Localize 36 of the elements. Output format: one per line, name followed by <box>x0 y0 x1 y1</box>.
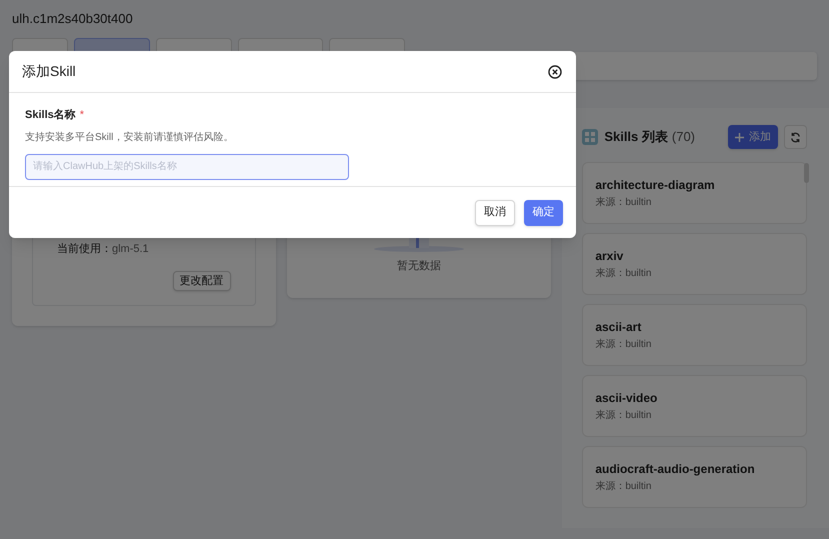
cancel-button[interactable]: 取消 <box>475 200 515 226</box>
grid-icon <box>582 129 598 145</box>
skill-card[interactable]: ascii-video 来源：builtin <box>582 375 807 437</box>
skill-source: 来源：builtin <box>595 408 652 423</box>
empty-state-text: 暂无数据 <box>397 258 441 274</box>
skills-count: (70) <box>672 128 696 146</box>
skill-source: 来源：builtin <box>595 338 652 352</box>
skill-name: arxiv <box>595 249 624 264</box>
field-hint: 支持安装多平台Skill，安装前请谨慎评估风险。 <box>25 130 234 144</box>
skill-card[interactable]: arxiv 来源：builtin <box>582 233 807 295</box>
panel-title: Skills 列表 <box>604 128 668 146</box>
close-icon <box>548 64 562 78</box>
skill-name: audiocraft-audio-generation <box>595 462 756 477</box>
confirm-button[interactable]: 确定 <box>524 200 563 226</box>
skill-card[interactable]: architecture-diagram 来源：builtin <box>582 162 807 224</box>
skill-source: 来源：builtin <box>595 480 652 494</box>
skill-card[interactable]: audiocraft-audio-generation 来源：builtin <box>582 446 807 508</box>
refresh-button[interactable] <box>784 125 807 149</box>
skill-source: 来源：builtin <box>595 266 652 281</box>
skill-card[interactable]: ascii-art 来源：builtin <box>582 304 807 366</box>
required-mark: * <box>80 110 84 121</box>
skill-name: ascii-video <box>595 391 658 406</box>
skill-source: 来源：builtin <box>595 196 652 210</box>
add-button[interactable]: 添加 <box>728 125 778 149</box>
current-model-value: glm-5.1 <box>112 242 149 256</box>
refresh-icon <box>790 132 801 142</box>
plus-icon <box>735 132 744 142</box>
skill-name-input[interactable]: 请输入ClawHub上架的Skills名称 <box>25 154 349 180</box>
field-label: Skills名称 <box>25 108 76 123</box>
page-title: ulh.c1m2s40b30t400 <box>12 10 134 28</box>
skill-name: architecture-diagram <box>595 178 716 193</box>
close-button[interactable] <box>548 64 562 78</box>
dialog-title: 添加Skill <box>22 62 76 81</box>
change-config-button[interactable]: 更改配置 <box>172 271 231 291</box>
current-model-label: 当前使用： <box>57 242 112 256</box>
skill-name: ascii-art <box>595 320 642 335</box>
